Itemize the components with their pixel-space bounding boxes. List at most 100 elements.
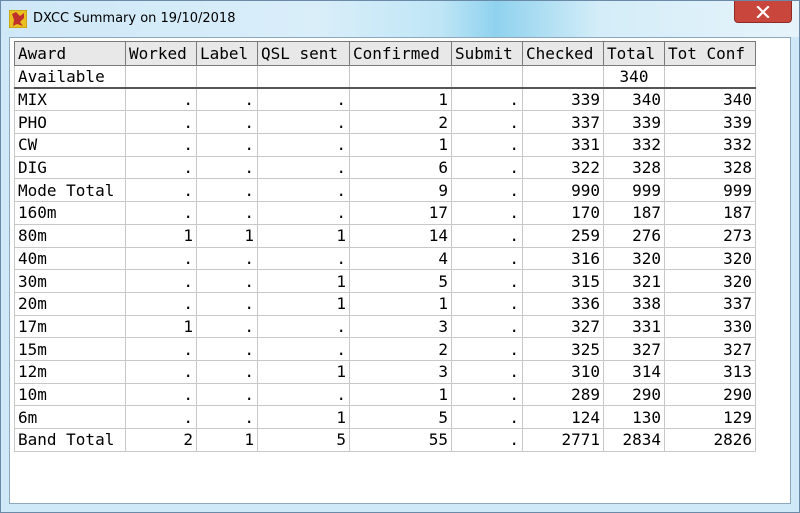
row-label: 80m bbox=[14, 223, 126, 248]
table-cell: 331 bbox=[603, 314, 665, 339]
table-cell: 1 bbox=[257, 359, 350, 384]
table-row[interactable]: 80m 1 1 1 14. 259 276 273 bbox=[14, 223, 756, 248]
table-cell: . bbox=[451, 314, 523, 339]
table-cell: . bbox=[451, 246, 523, 271]
table-cell: 290 bbox=[664, 382, 756, 407]
table-cell: 337 bbox=[664, 291, 756, 316]
table-cell: 1 bbox=[349, 133, 452, 157]
table-cell: 1 bbox=[349, 87, 452, 112]
table-cell: 999 bbox=[603, 178, 665, 203]
available-label: Available bbox=[14, 65, 126, 90]
column-header-qsl-sent[interactable]: QSL sent bbox=[257, 41, 350, 66]
table-row[interactable]: PHO... 2. 337 339 339 bbox=[14, 110, 756, 135]
table-cell: 187 bbox=[603, 201, 665, 225]
table-cell: . bbox=[196, 155, 258, 180]
table-cell: 336 bbox=[522, 291, 604, 316]
table-cell: 320 bbox=[664, 269, 756, 293]
table-row[interactable]: 30m.. 1 5. 315 321 320 bbox=[14, 269, 756, 293]
header-row: Award Worked Label QSL sent Confirmed Submit C… bbox=[14, 41, 756, 66]
table-row[interactable]: 12m.. 1 3. 310 314 313 bbox=[14, 359, 756, 384]
row-label: MIX bbox=[14, 87, 126, 112]
row-label: 20m bbox=[14, 291, 126, 316]
table-cell: . bbox=[196, 246, 258, 271]
table-cell: . bbox=[196, 337, 258, 361]
close-icon bbox=[756, 5, 770, 18]
table-cell: 14 bbox=[349, 223, 452, 248]
table-cell: 328 bbox=[603, 155, 665, 180]
table-cell: 129 bbox=[664, 405, 756, 429]
table-cell: 315 bbox=[522, 269, 604, 293]
table-row[interactable]: 6m.. 1 5. 124 130 129 bbox=[14, 405, 756, 429]
row-label: CW bbox=[14, 133, 126, 157]
table-cell: . bbox=[196, 382, 258, 407]
table-cell: 332 bbox=[603, 133, 665, 157]
close-button[interactable] bbox=[734, 1, 792, 23]
column-header-worked[interactable]: Worked bbox=[125, 41, 197, 66]
table-cell: . bbox=[257, 201, 350, 225]
row-label: 30m bbox=[14, 269, 126, 293]
table-cell: . bbox=[451, 87, 523, 112]
table-row[interactable]: 15m... 2. 325 327 327 bbox=[14, 337, 756, 361]
table-cell: . bbox=[451, 201, 523, 225]
table-cell: 4 bbox=[349, 246, 452, 271]
table-cell: . bbox=[451, 337, 523, 361]
table-cell: 259 bbox=[522, 223, 604, 248]
table-cell: . bbox=[196, 87, 258, 112]
table-cell: . bbox=[451, 178, 523, 203]
table-cell: 321 bbox=[603, 269, 665, 293]
table-cell: 6 bbox=[349, 155, 452, 180]
table-cell: . bbox=[451, 110, 523, 135]
table-cell: . bbox=[196, 201, 258, 225]
table-cell: . bbox=[451, 133, 523, 157]
table-row[interactable]: 10m... 1. 289 290 290 bbox=[14, 382, 756, 407]
column-header-checked[interactable]: Checked bbox=[522, 41, 604, 66]
dxcc-summary-window: DXCC Summary on 19/10/2018 Award Worked La… bbox=[0, 0, 800, 513]
table-row[interactable]: 17m 1.. 3. 327 331 330 bbox=[14, 314, 756, 339]
table-cell: 338 bbox=[603, 291, 665, 316]
table-cell: 3 bbox=[349, 314, 452, 339]
table-cell: . bbox=[257, 110, 350, 135]
table-cell: 289 bbox=[522, 382, 604, 407]
table-cell: . bbox=[125, 110, 197, 135]
table-row[interactable]: 20m.. 1 1. 336 338 337 bbox=[14, 291, 756, 316]
table-cell: 332 bbox=[664, 133, 756, 157]
column-header-submit[interactable]: Submit bbox=[451, 41, 523, 66]
column-header-tot-conf[interactable]: Tot Conf bbox=[664, 41, 756, 66]
row-label: 12m bbox=[14, 359, 126, 384]
table-cell: 325 bbox=[522, 337, 604, 361]
column-header-total[interactable]: Total bbox=[603, 41, 665, 66]
table-cell: . bbox=[257, 178, 350, 203]
table-row[interactable]: CW... 1. 331 332 332 bbox=[14, 133, 756, 157]
title-bar[interactable]: DXCC Summary on 19/10/2018 bbox=[1, 1, 799, 37]
table-cell: 327 bbox=[664, 337, 756, 361]
table-cell: . bbox=[125, 337, 197, 361]
table-cell: . bbox=[125, 269, 197, 293]
table-row[interactable]: MIX... 1. 339 340 340 bbox=[14, 87, 756, 112]
table-cell: 339 bbox=[522, 87, 604, 112]
table-cell: 1 bbox=[257, 223, 350, 248]
table-row[interactable]: 40m... 4. 316 320 320 bbox=[14, 246, 756, 271]
table-cell: . bbox=[196, 133, 258, 157]
table-cell: 1 bbox=[125, 223, 197, 248]
table-cell: . bbox=[257, 87, 350, 112]
table-cell: . bbox=[125, 359, 197, 384]
table-row[interactable]: Band Total 2 1 5 55. 2771 2834 2826 bbox=[14, 428, 756, 452]
table-row[interactable]: 160m... 17. 170 187 187 bbox=[14, 201, 756, 225]
table-cell: . bbox=[196, 405, 258, 429]
table-cell: . bbox=[451, 291, 523, 316]
table-cell: . bbox=[125, 382, 197, 407]
column-header-award[interactable]: Award bbox=[14, 41, 126, 66]
row-label: 6m bbox=[14, 405, 126, 429]
table-cell: 1 bbox=[257, 405, 350, 429]
column-header-label[interactable]: Label bbox=[196, 41, 258, 66]
table-row[interactable]: Mode Total... 9. 990 999 999 bbox=[14, 178, 756, 203]
row-label: 40m bbox=[14, 246, 126, 271]
row-label: 15m bbox=[14, 337, 126, 361]
table-row[interactable]: DIG... 6. 322 328 328 bbox=[14, 155, 756, 180]
table-cell: . bbox=[451, 155, 523, 180]
table-cell: . bbox=[196, 269, 258, 293]
column-header-confirmed[interactable]: Confirmed bbox=[349, 41, 452, 66]
table-cell: 337 bbox=[522, 110, 604, 135]
table-cell: 2 bbox=[349, 337, 452, 361]
window-title: DXCC Summary on 19/10/2018 bbox=[33, 11, 236, 26]
